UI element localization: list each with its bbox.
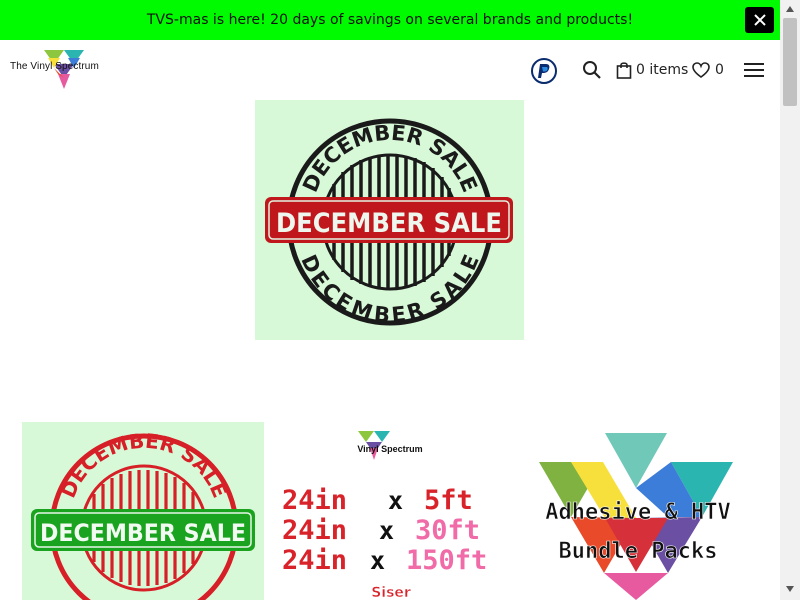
- december-sale-stamp: DECEMBER SALE DECEMBER SALE DECEMBER SAL…: [265, 118, 513, 327]
- product-tile-siser-rolls[interactable]: Vinyl Spectrum 24in x 5ft 24in x 30ft 24…: [270, 422, 512, 600]
- heart-icon: [692, 62, 710, 78]
- december-sale-stamp-red: DECEMBER SALE DECEMBER SALE: [31, 429, 255, 600]
- scroll-thumb[interactable]: [783, 18, 797, 106]
- scroll-up-arrow-icon[interactable]: [780, 0, 800, 18]
- product-tile-bundle-packs[interactable]: Adhesive & HTV Bundle Packs: [518, 422, 760, 600]
- announcement-text: TVS-mas is here! 20 days of savings on s…: [146, 12, 634, 28]
- tile2-brand-text: Vinyl Spectrum: [357, 444, 422, 454]
- tile2-line1-x: x: [388, 486, 403, 515]
- siser-roll-sizes-graphic: Vinyl Spectrum 24in x 5ft 24in x 30ft 24…: [282, 431, 487, 600]
- close-icon[interactable]: [745, 7, 774, 33]
- tile2-line3-length: 150ft: [406, 545, 487, 576]
- cart-button[interactable]: 0 items: [616, 60, 688, 80]
- shopping-bag-icon: [616, 62, 632, 79]
- scroll-down-arrow-icon[interactable]: [780, 580, 800, 598]
- store-logo[interactable]: The Vinyl Spectrum: [10, 50, 120, 90]
- hero-ring-text-top: DECEMBER SALE: [298, 121, 482, 196]
- tile2-line3-width: 24in: [282, 545, 347, 576]
- tile3-line2: Bundle Packs: [559, 539, 718, 564]
- bundle-packs-graphic: Adhesive & HTV Bundle Packs: [539, 433, 733, 600]
- tile2-line2-length: 30ft: [415, 515, 480, 546]
- product-tile-december-sale[interactable]: DECEMBER SALE DECEMBER SALE: [22, 422, 264, 600]
- cart-label: 0 items: [636, 62, 689, 78]
- announcement-bar: TVS-mas is here! 20 days of savings on s…: [0, 0, 780, 40]
- page-scrollbar[interactable]: [780, 0, 800, 600]
- svg-text:DECEMBER SALE: DECEMBER SALE: [298, 121, 482, 196]
- tile2-line2-x: x: [379, 516, 394, 545]
- tile3-line1: Adhesive & HTV: [545, 500, 730, 525]
- tile1-banner-text: DECEMBER SALE: [40, 519, 246, 547]
- hero-banner-text: DECEMBER SALE: [276, 208, 502, 239]
- logo-text: The Vinyl Spectrum: [10, 61, 99, 72]
- wishlist-button[interactable]: 0: [692, 60, 724, 80]
- wishlist-count: 0: [715, 62, 724, 78]
- tile2-line3-x: x: [370, 546, 385, 575]
- hero-banner[interactable]: DECEMBER SALE DECEMBER SALE DECEMBER SAL…: [255, 100, 524, 340]
- tile2-line1-length: 5ft: [424, 485, 473, 516]
- paypal-icon[interactable]: [531, 58, 557, 84]
- tile2-siser-label: Siser: [371, 585, 411, 600]
- search-icon[interactable]: [582, 60, 602, 80]
- tile2-line1-width: 24in: [282, 485, 347, 516]
- hamburger-menu-icon[interactable]: [744, 62, 766, 78]
- tile2-line2-width: 24in: [282, 515, 347, 546]
- site-header: The Vinyl Spectrum 0 items 0: [0, 40, 780, 100]
